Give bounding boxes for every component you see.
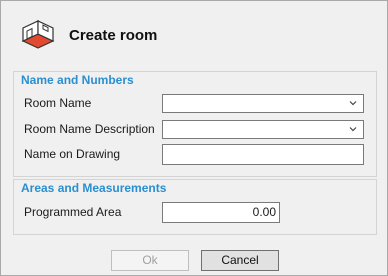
name-on-drawing-label: Name on Drawing bbox=[24, 147, 121, 161]
programmed-area-input[interactable]: 0.00 bbox=[162, 202, 280, 223]
name-on-drawing-input[interactable] bbox=[162, 144, 364, 165]
ok-button[interactable]: Ok bbox=[111, 250, 189, 271]
group-title-areas: Areas and Measurements bbox=[21, 181, 167, 195]
areas-and-measurements-group: Areas and Measurements Programmed Area 0… bbox=[13, 179, 377, 235]
dialog-title: Create room bbox=[69, 27, 158, 44]
chevron-down-icon[interactable] bbox=[348, 124, 358, 134]
name-and-numbers-group: Name and Numbers Room Name Room Name Des… bbox=[13, 71, 377, 177]
room-name-label: Room Name bbox=[24, 96, 92, 110]
cancel-button[interactable]: Cancel bbox=[201, 250, 279, 271]
group-title-names: Name and Numbers bbox=[21, 73, 134, 87]
programmed-area-label: Programmed Area bbox=[24, 205, 122, 219]
create-room-dialog: Create room Name and Numbers Room Name R… bbox=[0, 0, 388, 276]
dialog-header: Create room bbox=[1, 1, 387, 65]
room-cube-icon bbox=[21, 20, 55, 49]
room-name-description-combobox[interactable] bbox=[162, 120, 364, 139]
room-name-description-label: Room Name Description bbox=[24, 122, 155, 136]
room-name-combobox[interactable] bbox=[162, 94, 364, 113]
chevron-down-icon[interactable] bbox=[348, 98, 358, 108]
